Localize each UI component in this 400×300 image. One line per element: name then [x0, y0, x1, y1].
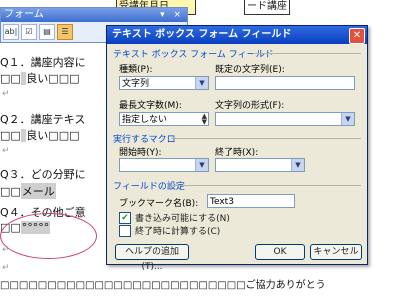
forms-toolbar-titlebar[interactable]: フォーム ▾ × — [1, 8, 187, 22]
dialog-title: テキスト ボックス フォーム フィールド — [112, 29, 292, 40]
fill-in-label: 書き込み可能にする(N) — [135, 214, 230, 224]
max-length-input[interactable]: 指定しない ▲ ▼ — [119, 112, 209, 126]
answer-boxes: □□ — [0, 72, 21, 85]
entry-macro-label: 開始時(Y): — [119, 148, 162, 158]
exit-macro-label: 終了時(X): — [215, 148, 259, 158]
paragraph-mark: ↵ — [2, 245, 10, 255]
answer-label: 良い — [26, 72, 49, 85]
chevron-down-icon[interactable]: ▼ — [341, 113, 354, 125]
ok-button[interactable]: OK — [255, 244, 305, 260]
chevron-down-icon[interactable]: ▼ — [195, 159, 208, 171]
answer-boxes: □□ — [0, 129, 21, 142]
answer-2[interactable]: □□ 良い□□□ — [0, 127, 79, 143]
fill-in-checkbox[interactable]: ✔ — [119, 211, 131, 224]
highlight-oval — [0, 213, 97, 259]
question-2: Q２．講座テキス — [0, 113, 86, 126]
paragraph-mark: ↵ — [2, 89, 10, 99]
toolbar-controls-icon[interactable]: ▾ × — [160, 8, 184, 22]
answer-label: 良い — [26, 129, 49, 142]
forms-toolbar-title: フォーム — [4, 9, 44, 20]
field-options-icon[interactable]: ☰ — [57, 24, 73, 40]
answer-dropdown-field[interactable]: メール — [20, 183, 56, 199]
chevron-down-icon[interactable]: ▼ — [291, 159, 304, 171]
paragraph-mark: ↵ — [2, 146, 10, 156]
chevron-down-icon[interactable]: ▼ — [195, 77, 208, 89]
section-divider — [253, 53, 361, 54]
question-1: Q１．講座内容に — [0, 56, 86, 69]
add-help-button[interactable]: ヘルプの追加(T)... — [115, 244, 189, 272]
fill-in-enabled-row[interactable]: ✔ 書き込み可能にする(N) — [119, 211, 230, 224]
answer-rest: □□□ — [48, 129, 80, 142]
cancel-button[interactable]: キャンセル — [310, 244, 362, 260]
footer-line: □□□□□□□□□□□□□□□□□□□□□□□□□□ご協力ありがとう — [0, 280, 326, 291]
checkbox-field-icon[interactable]: ☑ — [21, 24, 37, 40]
dropdown-field-icon[interactable]: ▤ — [39, 24, 55, 40]
entry-macro-select[interactable]: ▼ — [119, 158, 209, 172]
dialog-titlebar[interactable]: テキスト ボックス フォーム フィールド ✕ — [107, 26, 367, 44]
question-3: Q３．どの分野に — [0, 168, 86, 181]
text-format-select[interactable]: ▼ — [215, 112, 355, 126]
section-divider — [171, 138, 361, 139]
bookmark-label: ブックマーク名(B): — [119, 199, 199, 209]
section-divider — [171, 185, 361, 186]
close-icon[interactable]: ✕ — [349, 28, 365, 44]
section-macro-label: 実行するマクロ — [113, 135, 176, 145]
text-field-icon[interactable]: ab| — [3, 24, 19, 40]
calculate-on-exit-row[interactable]: 終了時に計算する(C) — [119, 224, 220, 237]
text-format-label: 文字列の形式(F): — [215, 101, 285, 111]
answer-3[interactable]: □□メール — [0, 183, 56, 199]
type-value: 文字列 — [122, 79, 150, 89]
max-length-value: 指定しない — [122, 115, 168, 125]
spinner-icon[interactable]: ▲ ▼ — [202, 113, 207, 126]
section-field-label: テキスト ボックス フォーム フィールド — [113, 50, 274, 60]
default-text-label: 既定の文字列(E): — [215, 65, 285, 75]
max-length-label: 最長文字数(M): — [119, 101, 182, 111]
calculate-on-exit-checkbox[interactable] — [119, 224, 131, 237]
bookmark-input[interactable]: Text3 — [207, 194, 295, 208]
default-text-input[interactable] — [215, 76, 355, 90]
exit-macro-select[interactable]: ▼ — [215, 158, 305, 172]
doc-course-cell: ード講座 — [244, 0, 290, 15]
paragraph-mark: ↵ — [2, 263, 10, 273]
calculate-on-exit-label: 終了時に計算する(C) — [135, 227, 221, 237]
text-form-field-dialog: テキスト ボックス フォーム フィールド ✕ テキスト ボックス フォーム フィ… — [106, 25, 368, 272]
answer-boxes: □□ — [0, 185, 21, 198]
answer-rest: □□□ — [48, 72, 80, 85]
type-select[interactable]: 文字列 ▼ — [119, 76, 209, 90]
answer-1[interactable]: □□ 良い□□□ — [0, 70, 79, 86]
type-label: 種類(P): — [119, 65, 153, 75]
